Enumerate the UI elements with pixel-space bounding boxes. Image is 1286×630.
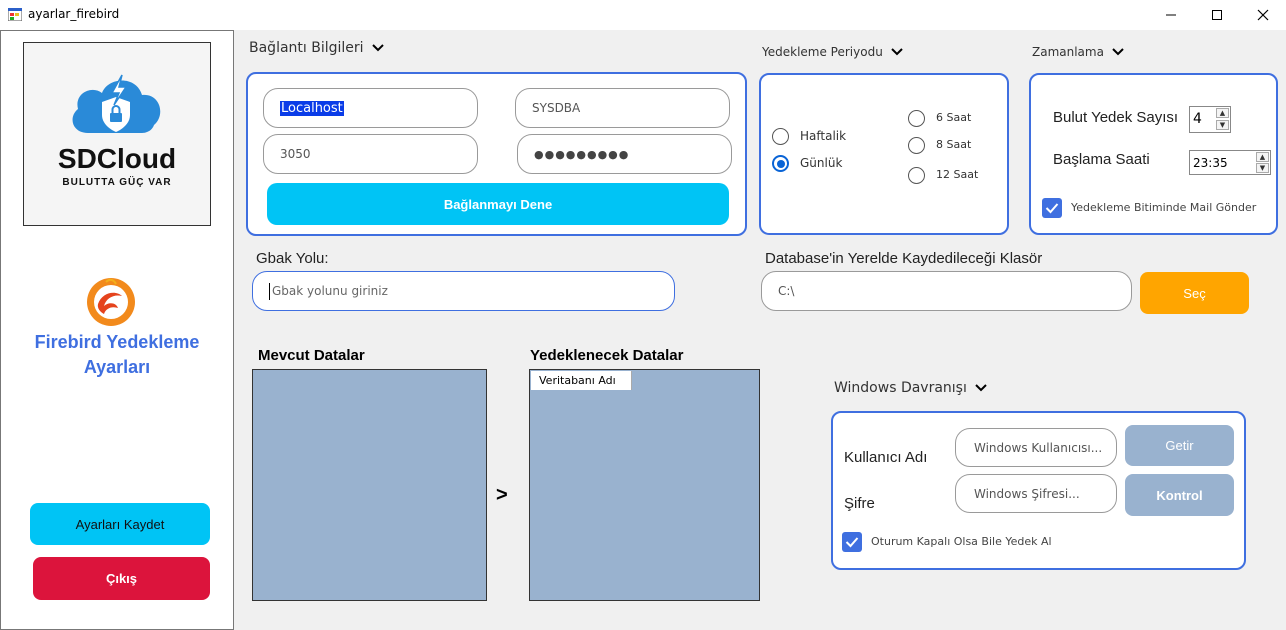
mail-checkbox-label: Yedekleme Bitiminde Mail Gönder <box>1071 201 1257 214</box>
checkmark-icon <box>845 537 859 548</box>
test-connection-button[interactable]: Bağlanmayı Dene <box>267 183 729 225</box>
window-title: ayarlar_firebird <box>28 7 120 21</box>
check-credentials-button[interactable]: Kontrol <box>1125 474 1234 516</box>
save-settings-button[interactable]: Ayarları Kaydet <box>30 503 210 545</box>
exit-button[interactable]: Çıkış <box>33 557 210 600</box>
port-input[interactable]: 3050 <box>263 134 478 174</box>
backup-data-label: Yedeklenecek Datalar <box>530 347 684 364</box>
host-input-value: Localhost <box>280 100 344 116</box>
current-data-list[interactable] <box>252 369 487 601</box>
get-user-button[interactable]: Getir <box>1125 425 1234 466</box>
logo-brand-text: SDCloud <box>57 143 177 174</box>
local-folder-label: Database'in Yerelde Kaydedileceği Klasör <box>765 250 1043 267</box>
windows-user-label: Kullanıcı Adı <box>844 449 928 466</box>
gbak-input-placeholder: Gbak yolunu giriniz <box>272 284 388 298</box>
sdcloud-logo: SDCloud BULUTTA GÜÇ VAR <box>23 42 211 226</box>
schedule-header[interactable]: Zamanlama <box>1032 45 1124 59</box>
period-header-label: Yedekleme Periyodu <box>762 45 883 59</box>
spin-down-button[interactable]: ▼ <box>1216 120 1229 130</box>
cloud-count-spinner[interactable]: 4 ▲ ▼ <box>1189 106 1231 133</box>
backup-data-list[interactable]: Veritabanı Adı <box>529 369 760 601</box>
windows-user-input[interactable]: Windows Kullanıcısı... <box>955 428 1117 467</box>
text-cursor <box>269 282 270 300</box>
chevron-down-icon <box>975 384 987 392</box>
maximize-button[interactable] <box>1194 0 1240 30</box>
windows-header[interactable]: Windows Davranışı <box>834 380 987 396</box>
radio-12-hours-label: 12 Saat <box>936 168 979 181</box>
radio-6-hours[interactable] <box>908 110 925 127</box>
mail-checkbox[interactable] <box>1042 198 1062 218</box>
close-button[interactable] <box>1240 0 1286 30</box>
maximize-icon <box>1212 10 1222 20</box>
minimize-button[interactable] <box>1148 0 1194 30</box>
session-checkbox[interactable] <box>842 532 862 552</box>
windows-password-input[interactable]: Windows Şifresi... <box>955 474 1117 513</box>
cloud-count-label: Bulut Yedek Sayısı <box>1053 109 1179 126</box>
time-down-button[interactable]: ▼ <box>1256 163 1269 173</box>
local-folder-input[interactable]: C:\ <box>761 271 1132 311</box>
radio-daily-label: Günlük <box>800 156 843 170</box>
period-header[interactable]: Yedekleme Periyodu <box>762 45 903 59</box>
start-time-label: Başlama Saati <box>1053 151 1150 168</box>
sidebar-title: Firebird Yedekleme Ayarları <box>0 330 234 380</box>
sidebar-title-line2: Ayarları <box>83 357 151 377</box>
close-icon <box>1257 9 1269 21</box>
select-folder-button[interactable]: Seç <box>1140 272 1249 314</box>
start-time-value: 23:35 <box>1193 156 1228 170</box>
chevron-down-icon <box>891 48 903 56</box>
gbak-input[interactable]: Gbak yolunu giriniz <box>252 271 675 311</box>
logo-tagline: BULUTTA GÜÇ VAR <box>62 177 172 188</box>
current-data-label: Mevcut Datalar <box>258 347 365 364</box>
connection-header-label: Bağlantı Bilgileri <box>249 40 364 56</box>
radio-12-hours[interactable] <box>908 167 925 184</box>
title-bar: ayarlar_firebird <box>0 0 1286 30</box>
period-panel <box>759 73 1009 235</box>
minimize-icon <box>1166 14 1176 16</box>
start-time-picker[interactable]: 23:35 ▲ ▼ <box>1189 150 1271 175</box>
radio-daily[interactable] <box>772 155 789 172</box>
gbak-label: Gbak Yolu: <box>256 250 329 267</box>
session-checkbox-label: Oturum Kapalı Olsa Bile Yedek Al <box>871 535 1052 548</box>
cloud-count-value: 4 <box>1193 111 1202 127</box>
radio-weekly-label: Haftalik <box>800 129 847 143</box>
windows-password-label: Şifre <box>844 495 875 512</box>
chevron-down-icon <box>1112 48 1124 56</box>
radio-6-hours-label: 6 Saat <box>936 111 972 124</box>
checkmark-icon <box>1045 203 1059 214</box>
cloud-shield-icon <box>72 74 161 133</box>
radio-weekly[interactable] <box>772 128 789 145</box>
password-input[interactable]: ●●●●●●●●● <box>517 134 732 174</box>
host-input[interactable]: Localhost <box>263 88 478 128</box>
user-input[interactable]: SYSDBA <box>515 88 730 128</box>
sidebar-title-line1: Firebird Yedekleme <box>34 332 200 352</box>
radio-8-hours-label: 8 Saat <box>936 138 972 151</box>
connection-header[interactable]: Bağlantı Bilgileri <box>249 40 384 56</box>
move-to-backup-button[interactable]: > <box>496 484 508 507</box>
spin-up-button[interactable]: ▲ <box>1216 108 1229 118</box>
radio-8-hours[interactable] <box>908 137 925 154</box>
time-up-button[interactable]: ▲ <box>1256 152 1269 162</box>
firebird-icon <box>84 272 140 328</box>
chevron-down-icon <box>371 44 384 52</box>
windows-header-label: Windows Davranışı <box>834 380 967 396</box>
schedule-header-label: Zamanlama <box>1032 45 1104 59</box>
column-header-database-name[interactable]: Veritabanı Adı <box>531 371 632 390</box>
app-icon <box>7 7 23 22</box>
